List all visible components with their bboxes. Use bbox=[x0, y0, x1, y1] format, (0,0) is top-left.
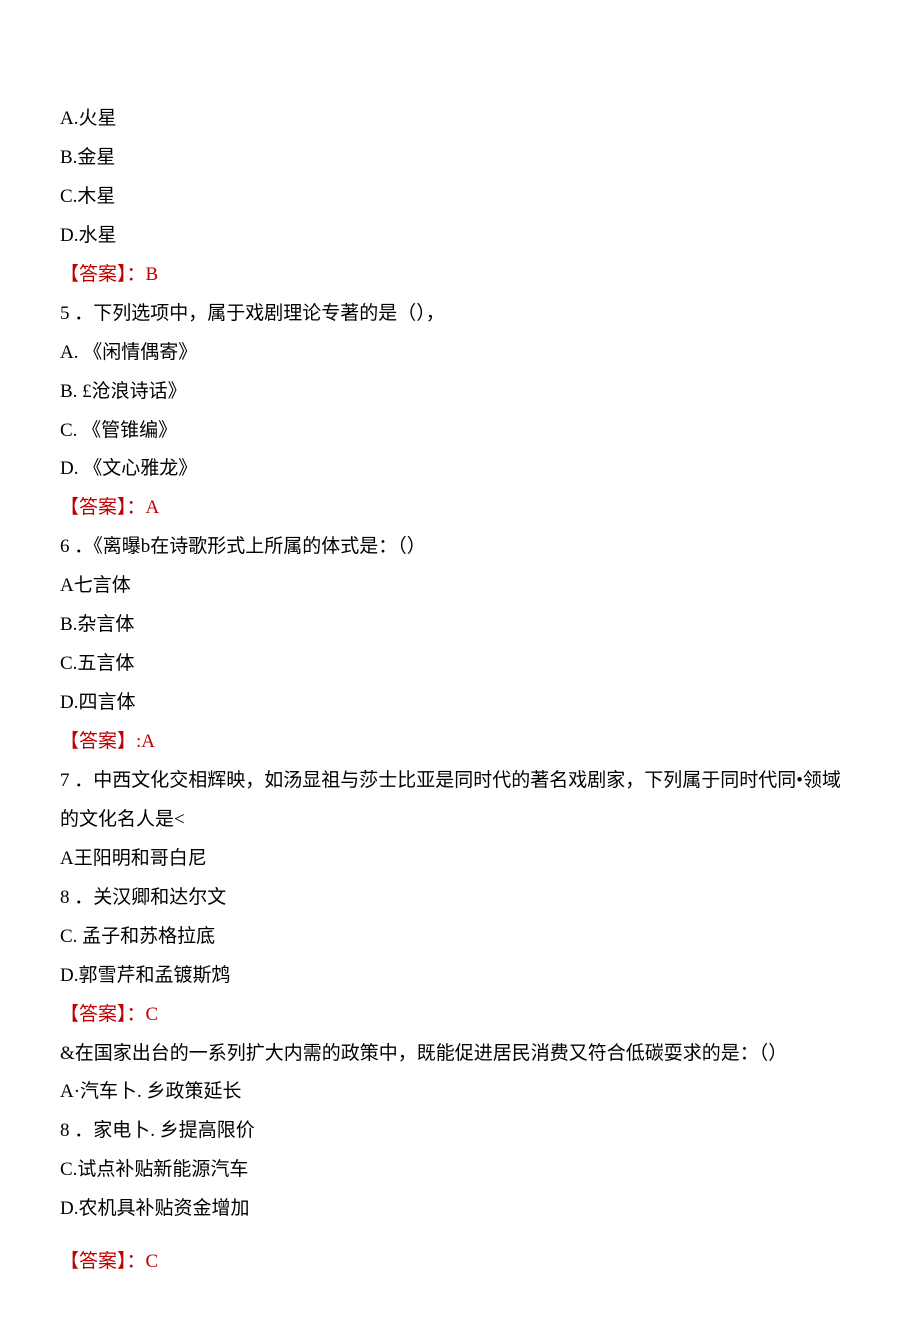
answer-value: :A bbox=[136, 731, 155, 752]
q6-answer: 【答案】:A bbox=[60, 723, 860, 762]
q7-option-d: D.郭雪芹和孟镀斯鸩 bbox=[60, 957, 860, 996]
q7-stem-2: 的文化名人是< bbox=[60, 801, 860, 840]
q5-option-c: C. 《管锥编》 bbox=[60, 412, 860, 451]
answer-label: 【答案】 bbox=[60, 731, 136, 752]
answer-value: C bbox=[146, 1251, 159, 1272]
q8-answer: 【答案】：C bbox=[60, 1243, 860, 1282]
q7-option-a: A王阳明和哥白尼 bbox=[60, 840, 860, 879]
answer-value: C bbox=[146, 1004, 159, 1025]
answer-label: 【答案】： bbox=[60, 264, 146, 285]
q4-option-a: A.火星 bbox=[60, 100, 860, 139]
q5-answer: 【答案】：A bbox=[60, 489, 860, 528]
q4-option-b: B.金星 bbox=[60, 139, 860, 178]
q4-answer: 【答案】：B bbox=[60, 256, 860, 295]
q8-option-a: A·汽车卜. 乡政策延长 bbox=[60, 1073, 860, 1112]
answer-label: 【答案】： bbox=[60, 1004, 146, 1025]
q5-option-a: A. 《闲情偶寄》 bbox=[60, 334, 860, 373]
q6-option-a: A七言体 bbox=[60, 567, 860, 606]
q7-option-b: 8 ．关汉卿和达尔文 bbox=[60, 879, 860, 918]
document-page: A.火星 B.金星 C.木星 D.水星 【答案】：B 5 ．下列选项中，属于戏剧… bbox=[0, 0, 920, 1342]
q8-stem: &在国家出台的一系列扩大内需的政策中，既能促进居民消费又符合低碳耍求的是：（） bbox=[60, 1035, 860, 1074]
q8-option-d: D.农机具补贴资金增加 bbox=[60, 1190, 860, 1229]
q5-option-d: D. 《文心雅龙》 bbox=[60, 450, 860, 489]
q4-option-d: D.水星 bbox=[60, 217, 860, 256]
q7-answer: 【答案】：C bbox=[60, 996, 860, 1035]
answer-label: 【答案】： bbox=[60, 497, 146, 518]
q8-option-c: C.试点补贴新能源汽车 bbox=[60, 1151, 860, 1190]
q6-stem: 6 ．《离曝b在诗歌形式上所属的体式是：（） bbox=[60, 528, 860, 567]
q7-stem-1: 7 ．中西文化交相辉映，如汤显祖与莎士比亚是同时代的著名戏剧家，下列属于同时代同… bbox=[60, 762, 860, 801]
q8-option-b: 8 ．家电卜. 乡提高限价 bbox=[60, 1112, 860, 1151]
q6-option-d: D.四言体 bbox=[60, 684, 860, 723]
q4-option-c: C.木星 bbox=[60, 178, 860, 217]
answer-value: B bbox=[146, 264, 159, 285]
q6-option-b: B.杂言体 bbox=[60, 606, 860, 645]
answer-value: A bbox=[146, 497, 160, 518]
q5-option-b: B. £沧浪诗话》 bbox=[60, 373, 860, 412]
q5-stem: 5 ．下列选项中，属于戏剧理论专著的是（）， bbox=[60, 295, 860, 334]
q6-option-c: C.五言体 bbox=[60, 645, 860, 684]
q7-option-c: C. 孟子和苏格拉底 bbox=[60, 918, 860, 957]
answer-label: 【答案】： bbox=[60, 1251, 146, 1272]
